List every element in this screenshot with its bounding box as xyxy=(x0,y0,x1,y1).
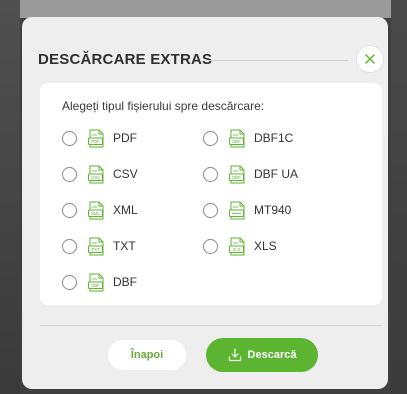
file-type-panel: Alegeți tipul fișierului spre descărcare… xyxy=(40,83,382,305)
mt940-file-icon xyxy=(229,201,245,219)
option-label: TXT xyxy=(113,239,136,253)
option-label: DBF xyxy=(113,275,137,289)
dbf-file-icon: DBF xyxy=(229,129,245,147)
svg-text:PDF: PDF xyxy=(91,139,100,144)
radio-button[interactable] xyxy=(62,166,77,182)
option-mt940[interactable]: MT940 xyxy=(203,200,291,220)
pdf-file-icon: PDF xyxy=(88,129,104,147)
option-pdf[interactable]: PDF PDF xyxy=(62,128,137,148)
download-button[interactable]: Descarcă xyxy=(206,338,318,372)
radio-button[interactable] xyxy=(62,238,77,254)
radio-button[interactable] xyxy=(203,130,218,146)
download-label: Descarcă xyxy=(247,349,297,361)
svg-text:TXT: TXT xyxy=(91,247,99,252)
backdrop-right xyxy=(391,0,407,394)
dbf-file-icon: DBF xyxy=(229,165,245,183)
backdrop xyxy=(0,0,407,18)
option-dbf-ua[interactable]: DBF DBF UA xyxy=(203,164,298,184)
xml-file-icon: XML xyxy=(88,201,104,219)
dbf-file-icon: DBF xyxy=(88,273,104,291)
option-label: DBF UA xyxy=(254,167,299,181)
radio-button[interactable] xyxy=(203,166,218,182)
option-csv[interactable]: CSV CSV xyxy=(62,164,138,184)
txt-file-icon: TXT xyxy=(88,237,104,255)
close-icon xyxy=(365,54,375,64)
svg-text:DBF: DBF xyxy=(91,283,100,288)
download-icon xyxy=(228,348,241,362)
radio-button[interactable] xyxy=(203,202,218,218)
svg-text:DBF: DBF xyxy=(232,175,241,180)
csv-file-icon: CSV xyxy=(88,165,104,183)
option-xml[interactable]: XML XML xyxy=(62,200,138,220)
radio-button[interactable] xyxy=(62,274,77,290)
option-label: DBF1C xyxy=(254,131,294,145)
svg-text:DBF: DBF xyxy=(232,139,241,144)
option-dbf1c[interactable]: DBF DBF1C xyxy=(203,128,293,148)
radio-button[interactable] xyxy=(62,202,77,218)
footer-divider xyxy=(40,325,382,326)
option-txt[interactable]: TXT TXT xyxy=(62,236,136,256)
modal-title: DESCĂRCARE EXTRAS xyxy=(38,51,213,68)
svg-text:XML: XML xyxy=(91,211,100,216)
file-type-prompt: Alegeți tipul fișierului spre descărcare… xyxy=(62,99,265,113)
xls-file-icon: XLS xyxy=(229,237,245,255)
radio-button[interactable] xyxy=(62,130,77,146)
option-label: PDF xyxy=(113,131,137,145)
option-label: XLS xyxy=(254,239,277,253)
modal-header: DESCĂRCARE EXTRAS xyxy=(38,45,384,75)
title-divider xyxy=(208,60,348,61)
svg-text:XLS: XLS xyxy=(232,247,240,252)
download-statement-modal: DESCĂRCARE EXTRAS Alegeți tipul fișierul… xyxy=(22,17,388,389)
option-dbf[interactable]: DBF DBF xyxy=(62,272,137,292)
backdrop-left xyxy=(0,0,20,394)
option-label: XML xyxy=(113,203,138,217)
option-label: MT940 xyxy=(254,203,292,217)
back-button[interactable]: Înapoi xyxy=(108,340,186,370)
close-button[interactable] xyxy=(356,45,384,73)
radio-button[interactable] xyxy=(203,238,218,254)
option-xls[interactable]: XLS XLS xyxy=(203,236,277,256)
svg-text:CSV: CSV xyxy=(91,175,100,180)
option-label: CSV xyxy=(113,167,138,181)
